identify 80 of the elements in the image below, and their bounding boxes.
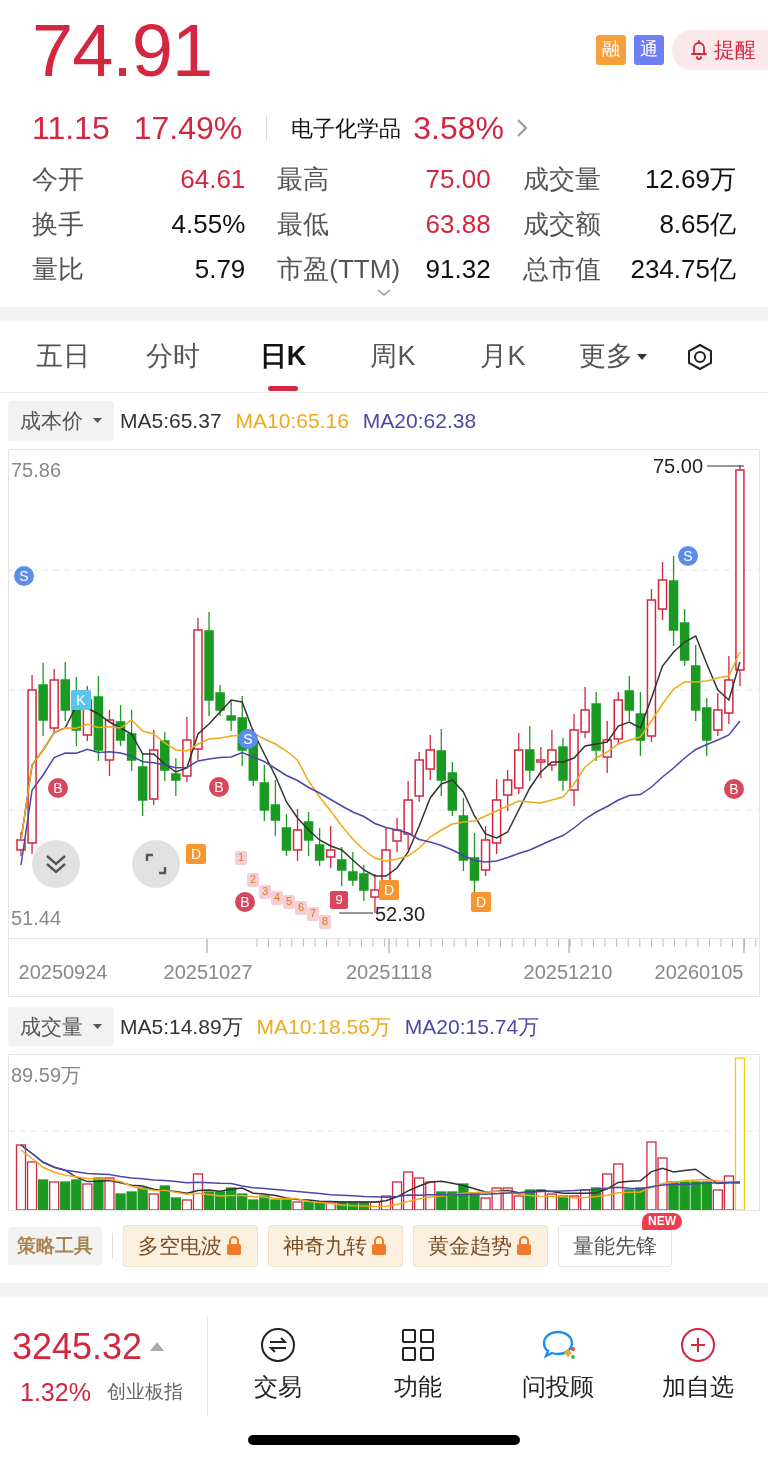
- date-label: 20260105: [654, 959, 744, 985]
- moving-average-label: MA20:15.74万: [404, 1013, 540, 1040]
- stat-label: 换手: [32, 208, 84, 241]
- moving-average-label: MA20:62.38: [362, 408, 477, 434]
- stat-value: 12.69万: [644, 163, 736, 196]
- low-price-label: 52.30: [375, 903, 426, 924]
- indicator-selector[interactable]: 成本价: [8, 401, 114, 441]
- stat-label: 市盈(TTM): [277, 253, 401, 286]
- date-label: 20251118: [346, 959, 432, 985]
- count-marker: 5: [283, 894, 295, 909]
- sector-link[interactable]: 电子化学品 3.58%: [291, 104, 530, 152]
- count-marker: 7: [307, 906, 319, 921]
- index-change: 1.32%: [20, 1376, 91, 1408]
- action-button[interactable]: 交易: [208, 1325, 348, 1406]
- stat-value: 8.65亿: [659, 208, 736, 241]
- buy-signal-marker: B: [48, 777, 68, 798]
- date-label: 20251210: [523, 959, 613, 985]
- alert-button[interactable]: 提醒: [672, 30, 768, 70]
- chart-tab[interactable]: 分时: [118, 320, 228, 393]
- price-change: 11.15: [32, 109, 110, 148]
- sell-signal-marker: S: [14, 565, 34, 586]
- date-label: 20251027: [163, 959, 253, 985]
- index-value: 3245.32: [12, 1324, 143, 1369]
- count-marker: 8: [319, 914, 331, 929]
- axis-min-label: 51.44: [11, 907, 62, 928]
- chart-tab[interactable]: 周K: [338, 320, 448, 393]
- tag-badge: 融: [596, 34, 626, 65]
- strategy-chip[interactable]: 多空电波: [123, 1225, 258, 1267]
- stat-value: 63.88: [425, 208, 491, 241]
- stat-label: 最高: [277, 163, 330, 196]
- stat-label: 量比: [32, 253, 84, 286]
- buy-signal-marker: B: [235, 891, 255, 912]
- stat-value: 64.61: [180, 163, 246, 196]
- stat-label: 今开: [32, 163, 84, 196]
- stat-value: 5.79: [194, 253, 246, 286]
- chart-tab[interactable]: 日K: [228, 320, 338, 393]
- action-button[interactable]: 问投顾: [488, 1325, 628, 1406]
- count-marker: 9: [330, 890, 348, 909]
- stat-label: 最低: [277, 208, 330, 241]
- action-button[interactable]: 功能: [348, 1325, 488, 1406]
- stat-value: 4.55%: [171, 208, 246, 241]
- d-signal-marker: D: [471, 891, 491, 912]
- buy-signal-marker: B: [209, 776, 229, 797]
- d-signal-marker: D: [186, 843, 206, 864]
- axis-max-label: 89.59万: [11, 1065, 82, 1085]
- stat-label: 成交量: [522, 163, 601, 196]
- stat-value: 234.75亿: [630, 253, 736, 286]
- count-marker: 4: [271, 890, 283, 905]
- stat-label: 总市值: [522, 253, 601, 286]
- moving-average-label: MA5:14.89万: [120, 1013, 243, 1040]
- d-signal-marker: D: [379, 879, 399, 900]
- moving-average-label: MA10:18.56万: [256, 1013, 391, 1040]
- chart-tab[interactable]: 五日: [8, 320, 118, 393]
- count-marker: 2: [247, 872, 259, 887]
- count-marker: 1: [235, 850, 247, 865]
- stat-label: 成交额: [522, 208, 601, 241]
- k-signal-marker: K: [71, 689, 91, 710]
- buy-signal-marker: B: [724, 778, 744, 799]
- more-menu[interactable]: 更多: [558, 320, 668, 393]
- indicator-selector[interactable]: 成交量: [8, 1006, 114, 1046]
- strategy-chip[interactable]: 黄金趋势: [413, 1225, 548, 1267]
- moving-average-label: MA5:65.37: [120, 408, 222, 434]
- chart-tab[interactable]: 月K: [448, 320, 558, 393]
- change-percent: 17.49%: [133, 109, 243, 148]
- strategy-chip[interactable]: 神奇九转: [268, 1225, 403, 1267]
- new-badge: NEW: [642, 1213, 682, 1231]
- axis-max-label: 75.86: [11, 459, 62, 480]
- stock-price: 74.91: [32, 14, 213, 88]
- high-price-label: 75.00: [653, 455, 704, 476]
- count-marker: 6: [295, 900, 307, 915]
- index-name: 创业板指: [106, 1380, 183, 1405]
- stat-value: 75.00: [425, 163, 491, 196]
- stat-value: 91.32: [425, 253, 491, 286]
- date-label: 20250924: [18, 959, 108, 985]
- tag-badge: 通: [634, 34, 664, 65]
- strategy-chip[interactable]: 量能先锋: [558, 1225, 672, 1267]
- moving-average-label: MA10:65.16: [235, 408, 349, 434]
- sell-signal-marker: S: [678, 545, 698, 566]
- action-button[interactable]: 加自选: [628, 1325, 768, 1406]
- count-marker: 3: [259, 884, 271, 899]
